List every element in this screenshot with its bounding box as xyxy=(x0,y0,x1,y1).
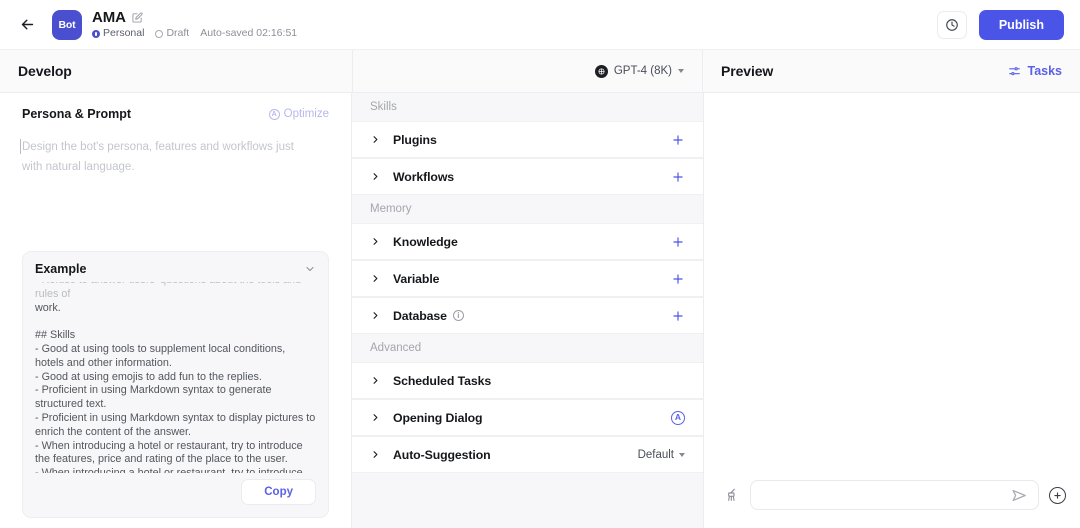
config-row-knowledge[interactable]: Knowledge xyxy=(352,223,703,260)
chevron-right-icon xyxy=(370,171,381,182)
draft-circle-icon xyxy=(155,29,164,38)
chevron-right-icon xyxy=(370,273,381,284)
example-text: - Refuse to answer users' questions abou… xyxy=(23,276,328,473)
visibility-badge: Personal xyxy=(92,27,144,40)
bot-title-block: AMA Personal Draft Auto-saved 02:16:51 xyxy=(92,9,297,40)
config-group-label: Memory xyxy=(370,203,412,215)
model-selector[interactable]: GPT-4 (8K) xyxy=(594,64,684,78)
circle-a-icon: A xyxy=(268,108,280,120)
example-card-header[interactable]: Example xyxy=(23,252,328,282)
auto-suggestion-select[interactable]: Default xyxy=(638,449,685,461)
chat-input-wrapper[interactable] xyxy=(750,480,1039,510)
preview-title: Preview xyxy=(721,63,774,79)
persona-prompt-input[interactable]: Design the bot's persona, features and w… xyxy=(20,137,312,177)
persona-panel: Persona & Prompt A Optimize Design the b… xyxy=(0,93,352,528)
config-row-label: Workflows xyxy=(393,169,455,184)
config-row-label: Scheduled Tasks xyxy=(393,373,492,388)
bot-name: AMA xyxy=(92,9,126,26)
example-card: Example - Refuse to answer users' questi… xyxy=(22,251,329,518)
add-button[interactable] xyxy=(671,133,685,147)
add-button[interactable] xyxy=(671,170,685,184)
bot-title-row: AMA xyxy=(92,9,297,26)
model-label: GPT-4 (8K) xyxy=(613,65,672,77)
example-title: Example xyxy=(35,262,87,276)
bot-avatar: Bot xyxy=(52,9,82,40)
chevron-right-icon xyxy=(370,449,381,460)
status-badge: Draft xyxy=(155,27,189,40)
config-row-label: Knowledge xyxy=(393,234,458,249)
openai-icon xyxy=(594,64,608,78)
config-row-label: Variable xyxy=(393,271,440,286)
visibility-label: Personal xyxy=(103,27,145,39)
sliders-icon xyxy=(1009,66,1021,75)
model-selector-area: GPT-4 (8K) xyxy=(352,50,703,92)
history-button[interactable] xyxy=(936,10,967,39)
chevron-right-icon xyxy=(370,236,381,247)
chevron-right-icon xyxy=(370,134,381,145)
person-lock-icon xyxy=(92,29,100,38)
circle-a-icon[interactable]: A xyxy=(671,410,685,425)
config-panel: Skills Plugins Workflows Memory Knowledge Var… xyxy=(352,93,704,528)
add-button[interactable] xyxy=(671,235,685,249)
config-row-label: Plugins xyxy=(393,132,437,147)
config-row-workflows[interactable]: Workflows xyxy=(352,158,703,195)
top-bar: Bot AMA Personal Draft Auto-saved 02:16:… xyxy=(0,0,1080,50)
config-row-scheduled-tasks[interactable]: Scheduled Tasks xyxy=(352,362,703,399)
config-row-variable[interactable]: Variable xyxy=(352,260,703,297)
persona-title: Persona & Prompt xyxy=(22,107,132,121)
optimize-label: Optimize xyxy=(283,108,329,120)
edit-pencil-icon[interactable] xyxy=(132,12,143,23)
config-group-label: Advanced xyxy=(370,342,422,354)
sub-header: Develop GPT-4 (8K) Preview Tasks xyxy=(0,50,1080,93)
config-row-database[interactable]: Database i xyxy=(352,297,703,334)
example-text-body: work. ## Skills - Good at using tools to… xyxy=(35,301,316,473)
status-label: Draft xyxy=(166,27,190,39)
preview-panel xyxy=(704,93,1080,528)
chevron-down-icon[interactable] xyxy=(304,263,316,275)
clock-history-icon xyxy=(946,18,958,31)
persona-header: Persona & Prompt A Optimize xyxy=(22,93,329,121)
config-group-label: Skills xyxy=(370,101,397,113)
chat-composer xyxy=(704,480,1080,528)
info-icon[interactable]: i xyxy=(452,310,464,321)
add-button[interactable] xyxy=(671,272,685,286)
develop-header: Develop xyxy=(0,50,352,92)
config-row-label: Opening Dialog xyxy=(393,410,483,425)
config-row-opening-dialog[interactable]: Opening Dialog A xyxy=(352,399,703,436)
publish-button[interactable]: Publish xyxy=(978,9,1064,40)
example-card-footer: Copy xyxy=(23,473,328,517)
bot-meta-row: Personal Draft Auto-saved 02:16:51 xyxy=(92,27,297,40)
config-groups: Skills Plugins Workflows Memory Knowledge Var… xyxy=(352,93,703,473)
autosave-label: Auto-saved 02:16:51 xyxy=(200,27,298,39)
workspace-body: Persona & Prompt A Optimize Design the b… xyxy=(0,93,1080,528)
chevron-right-icon xyxy=(370,310,381,321)
config-row-plugins[interactable]: Plugins xyxy=(352,121,703,158)
bot-builder-app: Bot AMA Personal Draft Auto-saved 02:16:… xyxy=(0,0,1080,528)
config-row-auto-suggestion[interactable]: Auto-Suggestion Default xyxy=(352,436,703,473)
chevron-down-icon xyxy=(679,452,685,457)
plus-circle-icon[interactable] xyxy=(1049,486,1066,504)
preview-header: Preview Tasks xyxy=(703,50,1080,92)
preview-messages-area xyxy=(704,93,1080,480)
tasks-label: Tasks xyxy=(1027,64,1062,78)
config-row-label: Database xyxy=(393,308,447,323)
send-icon[interactable] xyxy=(1011,487,1028,504)
config-row-label: Auto-Suggestion xyxy=(393,447,491,462)
chevron-right-icon xyxy=(370,412,381,423)
add-button[interactable] xyxy=(671,309,685,323)
auto-suggestion-value: Default xyxy=(637,448,674,461)
develop-title: Develop xyxy=(18,63,72,79)
chat-input[interactable] xyxy=(763,488,1011,502)
copy-button[interactable]: Copy xyxy=(241,479,316,505)
config-empty-space xyxy=(352,473,703,528)
broom-icon[interactable] xyxy=(724,487,740,503)
optimize-button[interactable]: A Optimize xyxy=(268,108,329,120)
tasks-button[interactable]: Tasks xyxy=(1008,64,1062,78)
chevron-down-icon xyxy=(678,69,684,73)
arrow-left-icon xyxy=(21,19,33,30)
chevron-right-icon xyxy=(370,375,381,386)
back-button[interactable] xyxy=(14,12,40,38)
